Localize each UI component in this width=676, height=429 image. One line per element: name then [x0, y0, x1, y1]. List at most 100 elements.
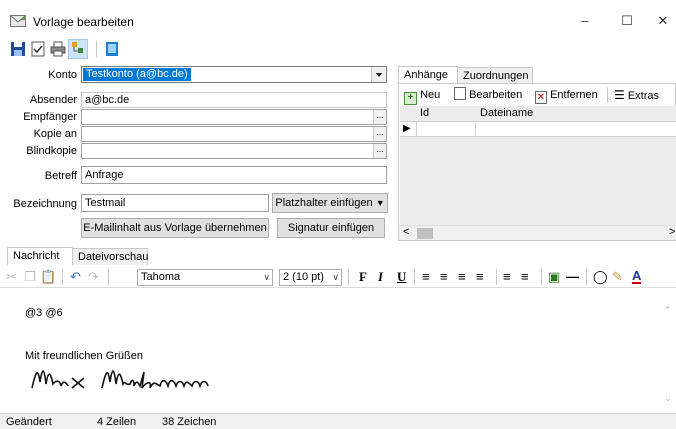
empfaenger-label: Empfänger: [23, 111, 77, 123]
highlight-icon[interactable]: ✎: [612, 270, 623, 284]
bezeichnung-label: Bezeichnung: [13, 198, 77, 210]
maximize-button[interactable]: ☐: [612, 10, 642, 32]
horizontal-scrollbar[interactable]: < >: [399, 225, 676, 240]
signature-image: [31, 370, 209, 389]
horizontal-rule-icon[interactable]: —: [566, 270, 579, 284]
toolbar-separator: [96, 41, 97, 57]
editor-line-greeting: Mit freundlichen Grüßen: [25, 350, 143, 362]
status-lines: 4 Zeilen: [97, 416, 137, 428]
paste-icon[interactable]: 📋: [40, 270, 56, 284]
copy-icon[interactable]: ❐: [24, 270, 36, 284]
bezeichnung-field[interactable]: Testmail: [81, 194, 269, 212]
chevron-down-icon: ∨: [263, 272, 270, 282]
editor-line-placeholders: @3 @6: [25, 307, 63, 319]
font-color-icon[interactable]: A: [632, 269, 642, 284]
tab-dateivorschau[interactable]: Dateivorschau: [72, 248, 148, 265]
align-center-icon[interactable]: ≡: [440, 270, 448, 284]
blindkopie-dots-button[interactable]: ...: [373, 144, 386, 158]
new-icon: +: [404, 92, 417, 105]
italic-button[interactable]: I: [378, 270, 383, 284]
close-button[interactable]: ✕: [648, 10, 676, 32]
chevron-down-icon[interactable]: [371, 67, 386, 82]
checklist-icon[interactable]: [30, 41, 46, 57]
entfernen-label: Entfernen: [550, 89, 598, 101]
kopie-dots-button[interactable]: ...: [373, 127, 386, 141]
book-icon[interactable]: [104, 41, 120, 57]
table-cell-id: [416, 122, 476, 136]
entfernen-button[interactable]: ✕ Entfernen: [535, 87, 598, 104]
image-icon[interactable]: ▣: [548, 270, 560, 284]
toolbar-separator: [541, 269, 542, 285]
status-state: Geändert: [6, 416, 52, 428]
empfaenger-dots-button[interactable]: ...: [373, 110, 386, 124]
tab-nachricht[interactable]: Nachricht: [7, 247, 73, 265]
neu-label: Neu: [420, 89, 441, 101]
scroll-left-icon[interactable]: <: [403, 226, 409, 238]
konto-combobox[interactable]: Testkonto (a@bc.de): [81, 66, 387, 83]
font-value: Tahoma: [141, 271, 181, 283]
edit-icon: [454, 87, 466, 100]
bearbeiten-button[interactable]: Bearbeiten: [454, 87, 522, 103]
column-header-dateiname[interactable]: Dateiname: [480, 106, 533, 120]
betreff-field[interactable]: Anfrage: [81, 166, 387, 184]
cut-icon[interactable]: ✂: [6, 270, 17, 284]
font-select[interactable]: Tahoma ∨: [137, 269, 273, 286]
signatur-button[interactable]: Signatur einfügen: [277, 218, 385, 238]
neu-button[interactable]: + Neu: [404, 87, 440, 105]
row-marker-icon: ▶: [403, 123, 411, 134]
scrollbar-thumb[interactable]: [417, 228, 433, 239]
scroll-down-icon[interactable]: ⌄: [664, 393, 672, 404]
fill-color-icon[interactable]: ◯: [593, 270, 608, 284]
main-toolbar: [0, 38, 676, 60]
font-size-select[interactable]: 2 (10 pt) ∨: [279, 269, 342, 286]
toolbar-separator: [607, 87, 608, 103]
toolbar-separator: [348, 269, 349, 285]
attachments-grid[interactable]: Id Dateiname ▶: [400, 106, 676, 226]
bullet-list-icon[interactable]: ≡: [521, 270, 529, 284]
undo-icon[interactable]: ↶: [70, 270, 81, 284]
column-header-id[interactable]: Id: [420, 106, 429, 120]
konto-value: Testkonto (a@bc.de): [83, 68, 191, 81]
scroll-up-icon[interactable]: ⌃: [664, 305, 672, 316]
print-icon[interactable]: [50, 41, 66, 57]
extras-button[interactable]: ☰ Extras: [614, 87, 659, 104]
delete-icon: ✕: [535, 91, 547, 104]
app-icon: [10, 15, 26, 27]
kopie-field[interactable]: ...: [81, 126, 387, 142]
tree-icon[interactable]: [68, 39, 88, 59]
align-justify-icon[interactable]: ≡: [476, 270, 484, 284]
platzhalter-dropdown-button[interactable]: Platzhalter einfügen ▼: [272, 193, 388, 213]
redo-icon[interactable]: ↷: [88, 270, 99, 284]
tab-zuordnungen[interactable]: Zuordnungen: [457, 67, 533, 84]
tab-anhaenge[interactable]: Anhänge: [398, 66, 458, 84]
minimize-button[interactable]: –: [570, 10, 600, 32]
blindkopie-label: Blindkopie: [26, 145, 77, 157]
blindkopie-field[interactable]: ...: [81, 143, 387, 159]
align-right-icon[interactable]: ≡: [458, 270, 466, 284]
absender-field[interactable]: a@bc.de: [81, 92, 387, 108]
status-chars: 38 Zeichen: [162, 416, 217, 428]
kopie-label: Kopie an: [33, 128, 77, 140]
window-title: Vorlage bearbeiten: [33, 15, 134, 29]
align-left-icon[interactable]: ≡: [422, 270, 430, 284]
uebernehmen-button[interactable]: E-Mailinhalt aus Vorlage übernehmen: [81, 218, 269, 238]
vertical-scrollbar[interactable]: ⌃ ⌄: [661, 289, 676, 413]
toolbar-separator: [586, 269, 587, 285]
menu-icon: ☰: [614, 88, 625, 102]
bold-button[interactable]: F: [359, 270, 367, 284]
title-bar: Vorlage bearbeiten – ☐ ✕: [0, 0, 676, 36]
table-row[interactable]: ▶: [400, 121, 676, 137]
toolbar-separator: [62, 269, 63, 285]
platzhalter-label: Platzhalter einfügen: [275, 197, 373, 209]
numbered-list-icon[interactable]: ≡: [503, 270, 511, 284]
message-editor[interactable]: @3 @6 Mit freundlichen Grüßen ⌃ ⌄: [0, 289, 676, 413]
scroll-right-icon[interactable]: >: [669, 226, 675, 238]
konto-label: Konto: [48, 69, 77, 81]
underline-button[interactable]: U: [397, 270, 406, 284]
toolbar-separator: [414, 269, 415, 285]
status-bar: Geändert 4 Zeilen 38 Zeichen: [0, 413, 676, 429]
absender-label: Absender: [29, 94, 77, 106]
save-icon[interactable]: [10, 41, 26, 57]
empfaenger-field[interactable]: ...: [81, 109, 387, 125]
extras-label: Extras: [627, 90, 660, 102]
